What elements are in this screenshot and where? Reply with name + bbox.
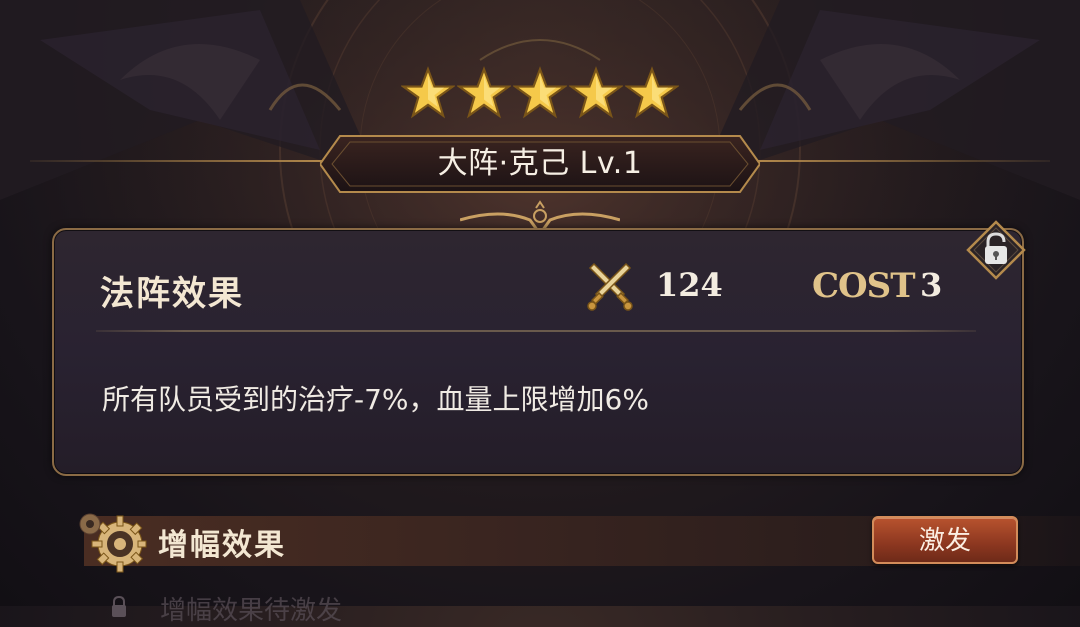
- amplify-status-text: 增幅效果待激发: [160, 596, 343, 626]
- right-ornament-line: [750, 160, 1050, 162]
- activate-button[interactable]: 激发: [872, 516, 1018, 564]
- padlock-icon: [112, 595, 126, 617]
- star-rating: [398, 66, 682, 124]
- star-icon: [457, 66, 511, 119]
- cost-label: COST: [812, 266, 916, 306]
- crossed-swords-icon: [587, 262, 633, 311]
- formation-title: 大阵·克己 Lv.1: [437, 146, 643, 181]
- star-icon: [569, 66, 623, 119]
- gear-icon: [79, 513, 147, 573]
- star-icon: [401, 66, 455, 119]
- effect-description: 所有队员受到的治疗-7%，血量上限增加6%: [102, 383, 649, 416]
- formation-effect-title: 法阵效果: [100, 274, 244, 314]
- cost-value: 3: [920, 266, 943, 304]
- panel-divider: [96, 330, 976, 332]
- amplify-effect-title: 增幅效果: [158, 528, 286, 563]
- star-icon: [513, 66, 567, 119]
- padlock-icon[interactable]: [964, 218, 1028, 282]
- power-value: 124: [656, 266, 723, 304]
- left-ornament-line: [30, 160, 330, 162]
- star-icon: [625, 66, 679, 119]
